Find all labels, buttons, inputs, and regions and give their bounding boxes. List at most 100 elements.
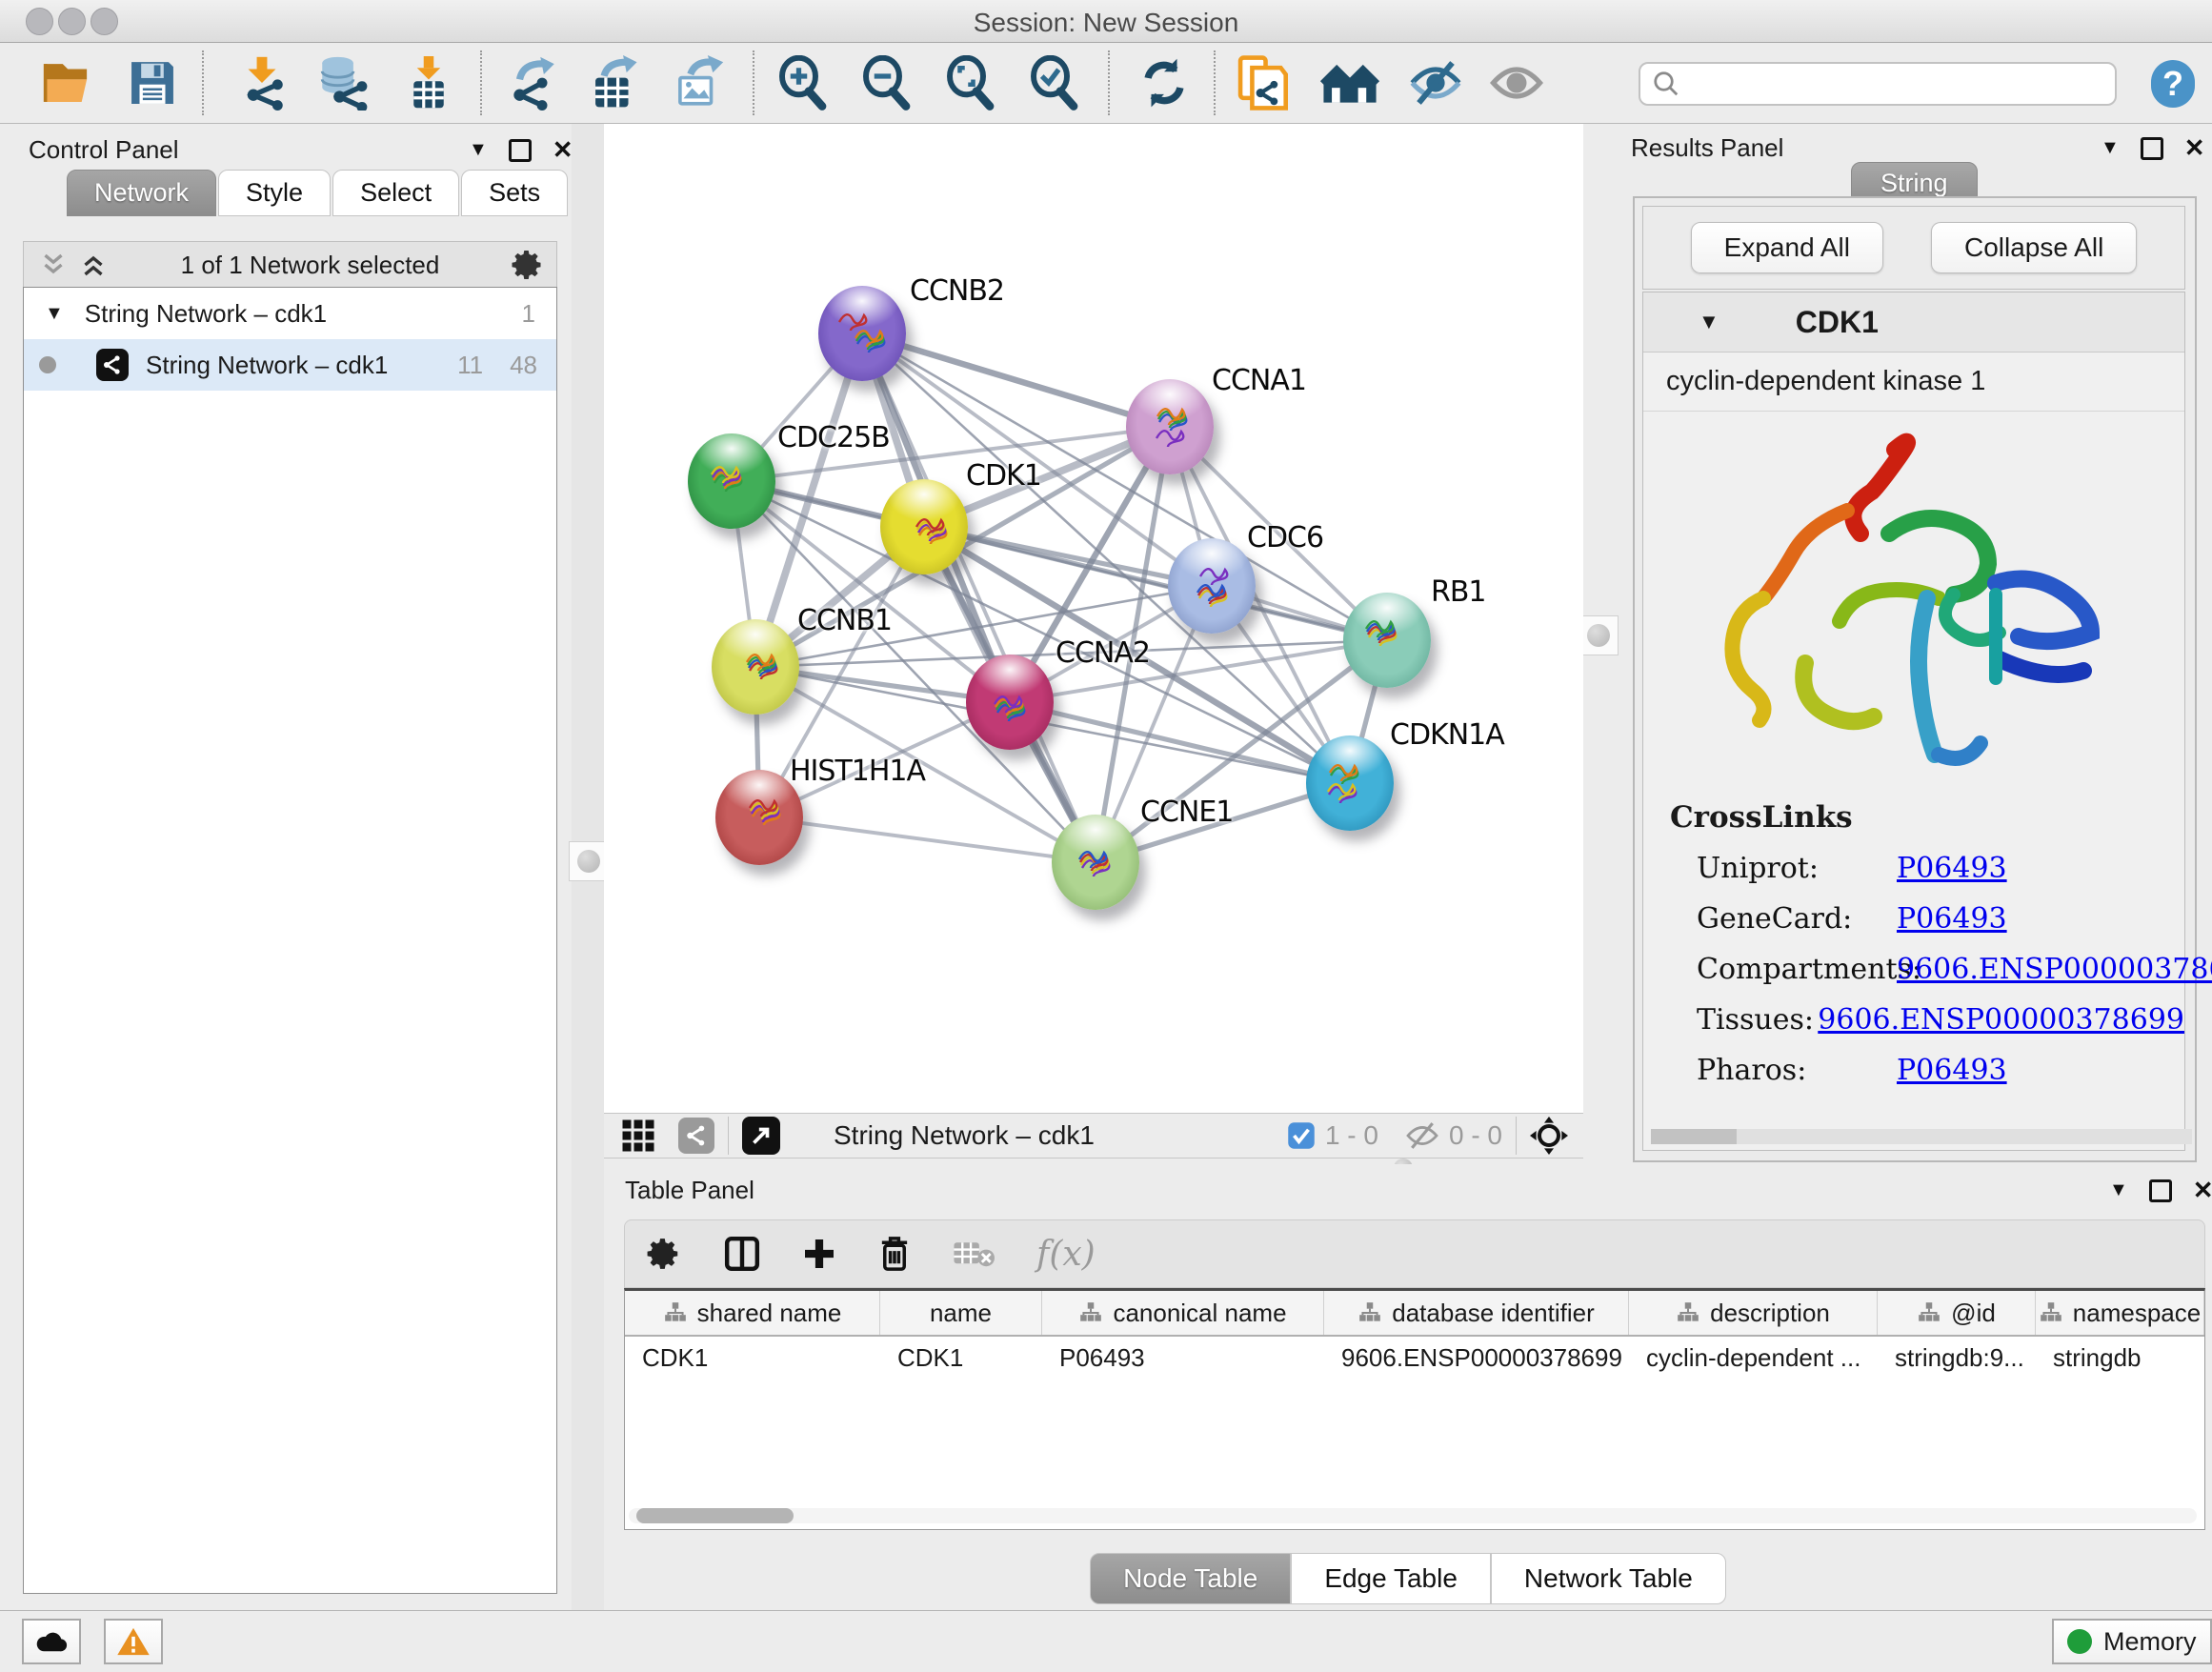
results-scrollbar[interactable] <box>1651 1129 2192 1144</box>
network-row[interactable]: String Network – cdk1 11 48 <box>24 339 556 391</box>
table-panel-close-icon[interactable]: ✕ <box>2193 1176 2212 1205</box>
show-columns-icon[interactable] <box>724 1236 760 1272</box>
table-row[interactable]: CDK1CDK1P064939606.ENSP00000378699cyclin… <box>625 1337 2204 1379</box>
column-header-description[interactable]: description <box>1629 1291 1878 1335</box>
crosslink-value-link[interactable]: 9606.ENSP00000378699 <box>1818 1003 2184 1037</box>
zoom-selected-icon[interactable] <box>1023 52 1084 113</box>
zoom-in-icon[interactable] <box>772 52 833 113</box>
export-network-icon[interactable] <box>503 52 564 113</box>
open-in-new-window-icon[interactable] <box>742 1117 780 1155</box>
table-cell[interactable]: CDK1 <box>880 1337 1042 1379</box>
collapse-all-icon[interactable] <box>37 249 70 281</box>
control-panel-close-icon[interactable]: ✕ <box>553 135 573 165</box>
table-cell[interactable]: stringdb:9... <box>1878 1337 2036 1379</box>
network-node-cdkn1a[interactable] <box>1306 735 1394 831</box>
network-edge[interactable] <box>1010 702 1350 783</box>
network-node-cdc25b[interactable] <box>688 433 775 529</box>
save-session-icon[interactable] <box>122 52 183 113</box>
results-panel-float-icon[interactable] <box>2141 137 2163 160</box>
tab-edge-table[interactable]: Edge Table <box>1291 1553 1491 1604</box>
table-panel-collapse-icon[interactable]: ▼ <box>2109 1179 2128 1201</box>
table-cell[interactable]: CDK1 <box>625 1337 880 1379</box>
import-network-icon[interactable] <box>231 52 292 113</box>
expand-all-icon[interactable] <box>77 249 110 281</box>
tab-network-table[interactable]: Network Table <box>1491 1553 1726 1604</box>
show-all-networks-icon[interactable] <box>1319 52 1380 113</box>
show-selected-icon[interactable] <box>1486 52 1547 113</box>
right-splitter-handle[interactable] <box>1579 615 1619 655</box>
column-header-database-identifier[interactable]: database identifier <box>1324 1291 1629 1335</box>
left-splitter-handle[interactable] <box>569 841 609 881</box>
gear-icon[interactable] <box>511 248 545 282</box>
cloud-button[interactable] <box>22 1619 81 1664</box>
tree-expander-icon[interactable]: ▼ <box>45 303 64 325</box>
zoom-out-icon[interactable] <box>855 52 916 113</box>
column-header-shared-name[interactable]: shared name <box>625 1291 880 1335</box>
tab-select[interactable]: Select <box>332 170 459 216</box>
tab-node-table[interactable]: Node Table <box>1090 1553 1291 1604</box>
crosslink-value-link[interactable]: P06493 <box>1897 852 2007 885</box>
zoom-fit-icon[interactable] <box>939 52 1000 113</box>
network-node-cdk1[interactable] <box>880 479 968 574</box>
network-node-ccne1[interactable] <box>1052 815 1139 910</box>
crosslink-value-link[interactable]: 9606.ENSP00000378699 <box>1897 953 2212 986</box>
export-table-icon[interactable] <box>584 52 645 113</box>
search-input[interactable] <box>1688 70 2115 98</box>
tab-style[interactable]: Style <box>218 170 331 216</box>
table-options-gear-icon[interactable] <box>646 1236 682 1272</box>
column-header-canonical-name[interactable]: canonical name <box>1042 1291 1324 1335</box>
refresh-view-icon[interactable] <box>1134 52 1195 113</box>
import-network-from-database-icon[interactable] <box>312 52 373 113</box>
table-cell[interactable]: stringdb <box>2036 1337 2204 1379</box>
network-edges[interactable] <box>604 124 1583 1113</box>
add-column-icon[interactable] <box>802 1237 836 1271</box>
table-cell[interactable]: 9606.ENSP00000378699 <box>1324 1337 1629 1379</box>
birds-eye-view-icon[interactable] <box>1530 1117 1568 1155</box>
tab-sets[interactable]: Sets <box>461 170 568 216</box>
gene-expander-icon[interactable]: ▼ <box>1699 310 1719 334</box>
column-header-namespace[interactable]: namespace <box>2036 1291 2204 1335</box>
network-canvas[interactable]: CCNB2CCNA1CDC25BCDK1CDC6RB1CCNB1CCNA2CDK… <box>604 124 1583 1113</box>
hidden-eye-icon[interactable] <box>1405 1121 1439 1150</box>
left-splitter[interactable] <box>572 124 604 1610</box>
table-panel-float-icon[interactable] <box>2149 1179 2172 1202</box>
open-session-icon[interactable] <box>39 52 100 113</box>
table-hscrollbar[interactable] <box>629 1508 2197 1523</box>
node-table[interactable]: shared namenamecanonical namedatabase id… <box>624 1288 2205 1530</box>
function-builder-icon[interactable]: f(x) <box>1036 1235 1096 1274</box>
results-panel-collapse-icon[interactable]: ▼ <box>2101 137 2120 159</box>
import-table-icon[interactable] <box>398 52 459 113</box>
selected-checkbox-icon[interactable] <box>1287 1121 1316 1150</box>
network-node-ccna2[interactable] <box>966 655 1054 750</box>
export-image-icon[interactable] <box>667 52 728 113</box>
column-header-@id[interactable]: @id <box>1878 1291 2036 1335</box>
expand-all-button[interactable]: Expand All <box>1691 222 1883 273</box>
memory-button[interactable]: Memory <box>2052 1619 2212 1664</box>
control-panel-collapse-icon[interactable]: ▼ <box>469 139 488 161</box>
table-cell[interactable]: cyclin-dependent ... <box>1629 1337 1878 1379</box>
network-edge[interactable] <box>759 817 1096 862</box>
warnings-button[interactable] <box>104 1619 163 1664</box>
network-edge[interactable] <box>862 333 1170 427</box>
crosslink-value-link[interactable]: P06493 <box>1897 902 2007 936</box>
crosslink-value-link[interactable]: P06493 <box>1897 1054 2007 1087</box>
network-collection-row[interactable]: ▼ String Network – cdk1 1 <box>24 288 556 339</box>
network-node-ccnb2[interactable] <box>818 286 906 381</box>
table-cell[interactable]: P06493 <box>1042 1337 1324 1379</box>
network-node-ccna1[interactable] <box>1126 379 1214 474</box>
delete-table-icon[interactable] <box>953 1238 995 1270</box>
string-view-icon[interactable] <box>678 1118 714 1154</box>
copy-style-icon[interactable] <box>1232 52 1293 113</box>
collapse-all-button[interactable]: Collapse All <box>1931 222 2137 273</box>
delete-column-icon[interactable] <box>878 1236 911 1272</box>
network-node-ccnb1[interactable] <box>712 619 799 715</box>
grid-view-icon[interactable] <box>621 1118 655 1153</box>
tab-network[interactable]: Network <box>67 170 216 216</box>
column-header-name[interactable]: name <box>880 1291 1042 1335</box>
control-panel-float-icon[interactable] <box>509 139 532 162</box>
network-node-cdc6[interactable] <box>1168 538 1256 634</box>
help-icon[interactable]: ? <box>2151 60 2195 108</box>
hide-selected-icon[interactable] <box>1405 52 1466 113</box>
network-node-rb1[interactable] <box>1343 593 1431 688</box>
results-panel-close-icon[interactable]: ✕ <box>2184 133 2205 163</box>
